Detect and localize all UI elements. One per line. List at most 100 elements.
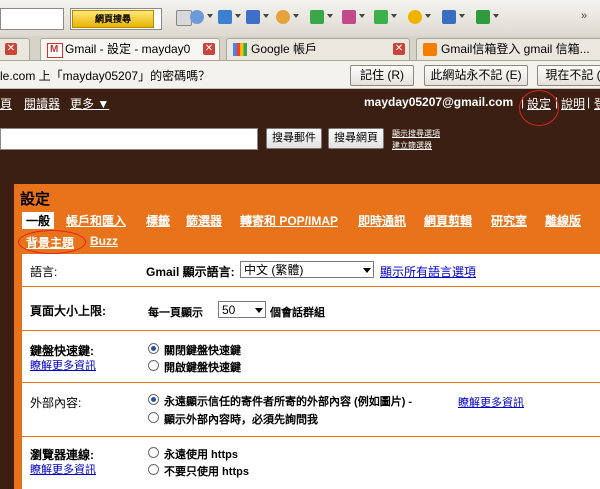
tab-chat[interactable]: 即時通訊 xyxy=(358,212,406,229)
external-ask-label: 顯示外部內容時，必須先詢問我 xyxy=(164,414,318,426)
signout-link-partial[interactable]: 登 xyxy=(594,95,600,112)
show-search-options-link[interactable]: 顯示搜尋選項 xyxy=(392,128,440,139)
not-now-button[interactable]: 現在不記 ( xyxy=(537,65,600,86)
tab-filters[interactable]: 篩選器 xyxy=(186,212,222,229)
toolbar-search-field[interactable] xyxy=(0,8,64,30)
tab-web-clips[interactable]: 網頁剪輯 xyxy=(424,212,472,229)
chevron-down-icon[interactable] xyxy=(391,14,397,18)
close-icon[interactable]: ✕ xyxy=(203,43,215,55)
more-label: 更多 ▼ xyxy=(70,97,110,111)
browser-toolbar: 網頁搜尋 » xyxy=(0,0,600,37)
chevron-down-icon[interactable] xyxy=(293,14,299,18)
chevron-down-icon[interactable] xyxy=(459,14,465,18)
gmail-icon: M xyxy=(47,43,63,58)
external-content-label: 外部內容: xyxy=(30,396,82,410)
chevron-down-icon xyxy=(363,268,371,273)
annotation-circle xyxy=(519,90,559,126)
page-size-select[interactable]: 50 xyxy=(218,301,266,318)
toolbar-search-box: 網頁搜尋 xyxy=(70,8,162,30)
https-always-radio[interactable] xyxy=(148,447,159,458)
chevron-down-icon[interactable] xyxy=(493,14,499,18)
toolbar-overflow-icon[interactable]: » xyxy=(578,4,592,28)
tab-bar: ✕ M Gmail - 設定 - mayday0 ✕ Google 帳戶 ✕ G… xyxy=(0,36,600,61)
puzzle-icon[interactable] xyxy=(476,10,490,24)
language-value: 中文 (繁體) xyxy=(244,263,304,277)
https-not-always-label: 不要只使用 https xyxy=(164,466,249,478)
tab-gmail-settings[interactable]: M Gmail - 設定 - mayday0 ✕ xyxy=(40,38,220,60)
shortcuts-off-label: 關閉鍵盤快速鍵 xyxy=(164,345,241,357)
game-icon[interactable] xyxy=(342,10,356,24)
chart-icon[interactable] xyxy=(442,10,456,24)
chevron-down-icon[interactable] xyxy=(425,14,431,18)
page-size-value: 50 xyxy=(222,303,236,317)
google-icon xyxy=(233,43,247,56)
tab-partial[interactable]: ✕ xyxy=(0,38,30,60)
chevron-down-icon[interactable] xyxy=(359,14,365,18)
search-mail-button[interactable]: 搜尋郵件 xyxy=(266,128,322,149)
annotation-circle xyxy=(18,230,86,254)
keyboard-shortcuts-row xyxy=(22,330,600,383)
close-icon[interactable]: ✕ xyxy=(393,43,405,55)
language-prefix: Gmail 顯示語言: xyxy=(146,265,235,279)
chevron-down-icon[interactable] xyxy=(207,14,213,18)
top-link-partial[interactable]: 頁 xyxy=(0,95,12,112)
external-ask-radio[interactable] xyxy=(148,412,159,423)
blogger-icon xyxy=(423,43,437,56)
remember-button[interactable]: 記住 (R) xyxy=(350,65,414,86)
bookmark-icon[interactable] xyxy=(374,10,388,24)
language-label: 語言: xyxy=(30,265,58,279)
password-prompt: le.com 上「mayday05207」的密碼嗎？ xyxy=(0,69,211,83)
tab-accounts-import[interactable]: 帳戶和匯入 xyxy=(66,212,126,229)
separator: | xyxy=(587,95,591,109)
mail-icon[interactable] xyxy=(246,10,260,24)
search-web-button[interactable]: 搜尋網頁 xyxy=(328,128,384,149)
tab-forwarding-pop-imap[interactable]: 轉寄和 POP/IMAP xyxy=(240,212,338,229)
https-always-label: 永遠使用 https xyxy=(164,449,238,461)
tab-label: Gmail信箱登入 gmail 信箱... xyxy=(441,42,590,56)
tab-offline[interactable]: 離線版 xyxy=(545,212,581,229)
tab-labs[interactable]: 研究室 xyxy=(491,212,527,229)
settings-title: 設定 xyxy=(20,191,51,208)
shortcuts-on-label: 開啟鍵盤快速鍵 xyxy=(164,362,241,374)
never-remember-button[interactable]: 此網站永不記 (E) xyxy=(424,65,528,86)
globe-icon[interactable] xyxy=(190,10,204,24)
close-icon[interactable]: ✕ xyxy=(5,43,17,55)
tab-general[interactable]: 一般 xyxy=(22,212,55,229)
shortcuts-on-radio[interactable] xyxy=(148,360,159,371)
news-icon[interactable] xyxy=(218,10,232,24)
language-select[interactable]: 中文 (繁體) xyxy=(240,261,374,278)
tab-google-account[interactable]: Google 帳戶 ✕ xyxy=(226,38,410,60)
app-icon[interactable] xyxy=(310,10,324,24)
page-size-label: 頁面大小上限: xyxy=(30,304,106,318)
help-link[interactable]: 說明 xyxy=(561,95,585,112)
external-always-label: 永遠顯示信任的寄件者所寄的外部內容 (例如圖片) - xyxy=(164,396,413,408)
smiley-icon[interactable] xyxy=(408,10,422,24)
web-search-button[interactable]: 網頁搜尋 xyxy=(72,10,154,28)
tab-blogger[interactable]: Gmail信箱登入 gmail 信箱... xyxy=(416,38,600,60)
browser-connection-row xyxy=(22,436,600,489)
chevron-down-icon[interactable] xyxy=(235,14,241,18)
chevron-down-icon[interactable] xyxy=(327,14,333,18)
page-size-suffix: 個會話群組 xyxy=(270,307,325,319)
chevron-down-icon[interactable] xyxy=(263,14,269,18)
top-link-more[interactable]: 更多 ▼ xyxy=(70,95,109,112)
create-filter-link[interactable]: 建立篩選器 xyxy=(392,140,432,151)
weather-icon[interactable] xyxy=(276,10,290,24)
shortcuts-learn-more-link[interactable]: 瞭解更多資訊 xyxy=(30,357,96,373)
password-save-bar: le.com 上「mayday05207」的密碼嗎？ 記住 (R) 此網站永不記… xyxy=(0,61,600,89)
tab-label: Gmail - 設定 - mayday0 xyxy=(65,42,191,56)
tab-labels[interactable]: 標籤 xyxy=(146,212,170,229)
shortcuts-off-radio[interactable] xyxy=(148,343,159,354)
show-all-languages-link[interactable]: 顯示所有語言選項 xyxy=(380,263,476,280)
external-learn-more-link[interactable]: 瞭解更多資訊 xyxy=(458,394,524,410)
user-email: mayday05207@gmail.com xyxy=(364,95,514,109)
https-not-always-radio[interactable] xyxy=(148,464,159,475)
external-always-radio[interactable] xyxy=(148,394,159,405)
chevron-down-icon xyxy=(255,308,263,313)
mail-search-input[interactable] xyxy=(0,128,258,150)
top-link-reader[interactable]: 閱讀器 xyxy=(24,95,60,112)
browser-connection-learn-more-link[interactable]: 瞭解更多資訊 xyxy=(30,461,96,477)
page-size-prefix: 每一頁顯示 xyxy=(148,307,203,319)
tab-label: Google 帳戶 xyxy=(251,42,318,56)
tab-buzz[interactable]: Buzz xyxy=(90,234,118,248)
